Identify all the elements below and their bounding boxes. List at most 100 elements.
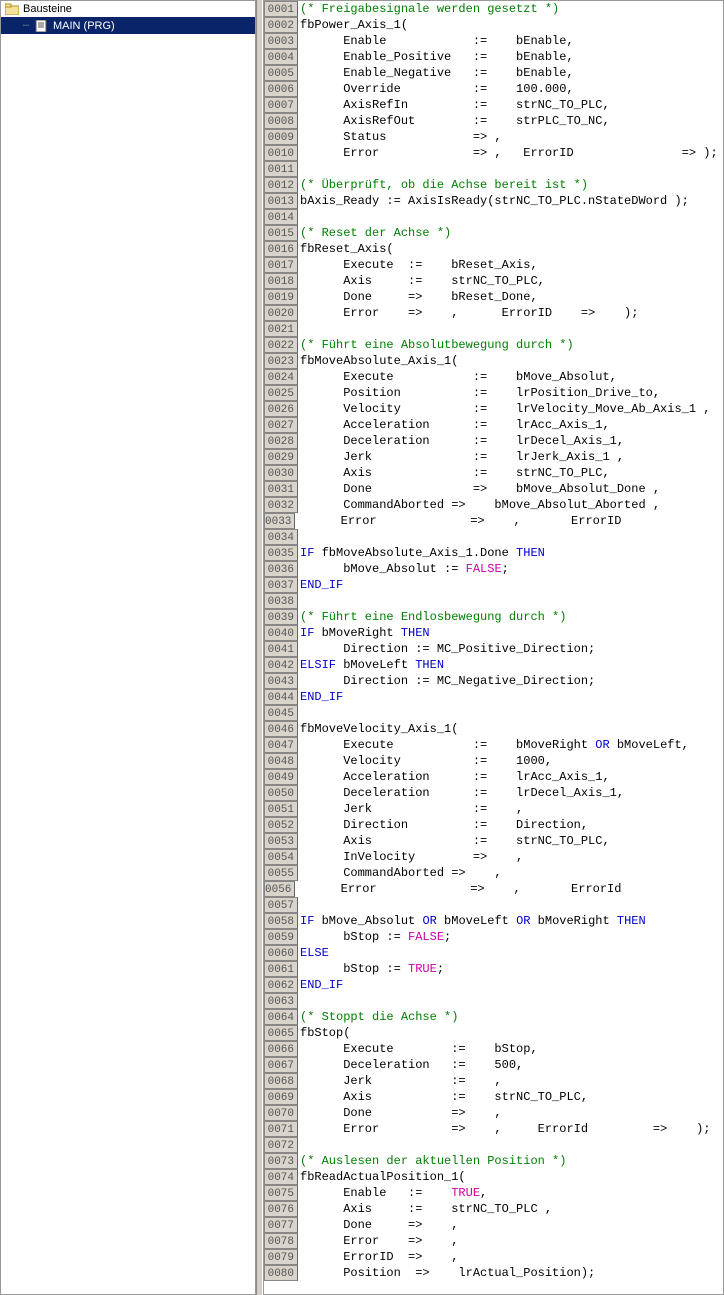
code-line[interactable]: 0062END_IF [264, 977, 723, 993]
code-line[interactable]: 0030 Axis := strNC_TO_PLC, [264, 465, 723, 481]
code-line[interactable]: 0050 Deceleration := lrDecel_Axis_1, [264, 785, 723, 801]
code-line[interactable]: 0044END_IF [264, 689, 723, 705]
code-line[interactable]: 0008 AxisRefOut := strPLC_TO_NC, [264, 113, 723, 129]
code-line[interactable]: 0053 Axis := strNC_TO_PLC, [264, 833, 723, 849]
code-text: Jerk := , [300, 801, 523, 817]
code-line[interactable]: 0013bAxis_Ready := AxisIsReady(strNC_TO_… [264, 193, 723, 209]
code-line[interactable]: 0005 Enable_Negative := bEnable, [264, 65, 723, 81]
code-line[interactable]: 0033 Error => , ErrorID => ); [264, 513, 723, 529]
code-editor[interactable]: 0001(* Freigabesignale werden gesetzt *)… [263, 0, 724, 1295]
code-line[interactable]: 0007 AxisRefIn := strNC_TO_PLC, [264, 97, 723, 113]
code-line[interactable]: 0025 Position := lrPosition_Drive_to, [264, 385, 723, 401]
code-line[interactable]: 0061 bStop := TRUE; [264, 961, 723, 977]
code-line[interactable]: 0027 Acceleration := lrAcc_Axis_1, [264, 417, 723, 433]
line-number: 0028 [264, 433, 298, 449]
code-line[interactable]: 0075 Enable := TRUE, [264, 1185, 723, 1201]
code-line[interactable]: 0048 Velocity := 1000, [264, 753, 723, 769]
code-line[interactable]: 0078 Error => , [264, 1233, 723, 1249]
code-line[interactable]: 0065fbStop( [264, 1025, 723, 1041]
line-number: 0052 [264, 817, 298, 833]
code-line[interactable]: 0036 bMove_Absolut := FALSE; [264, 561, 723, 577]
code-line[interactable]: 0059 bStop := FALSE; [264, 929, 723, 945]
panel-divider[interactable] [256, 0, 263, 1295]
code-line[interactable]: 0018 Axis := strNC_TO_PLC, [264, 273, 723, 289]
code-line[interactable]: 0060ELSE [264, 945, 723, 961]
code-text: (* Überprüft, ob die Achse bereit ist *) [300, 177, 588, 193]
code-line[interactable]: 0076 Axis := strNC_TO_PLC , [264, 1201, 723, 1217]
code-line[interactable]: 0052 Direction := Direction, [264, 817, 723, 833]
code-line[interactable]: 0026 Velocity := lrVelocity_Move_Ab_Axis… [264, 401, 723, 417]
code-line[interactable]: 0073(* Auslesen der aktuellen Position *… [264, 1153, 723, 1169]
code-line[interactable]: 0009 Status => , [264, 129, 723, 145]
tree-panel[interactable]: Bausteine ┄ MAIN (PRG) [0, 0, 256, 1295]
code-line[interactable]: 0031 Done => bMove_Absolut_Done , [264, 481, 723, 497]
code-line[interactable]: 0003 Enable := bEnable, [264, 33, 723, 49]
code-line[interactable]: 0034 [264, 529, 723, 545]
code-line[interactable]: 0056 Error => , ErrorId => ); [264, 881, 723, 897]
code-line[interactable]: 0077 Done => , [264, 1217, 723, 1233]
code-line[interactable]: 0010 Error => , ErrorID => ); [264, 145, 723, 161]
code-line[interactable]: 0024 Execute := bMove_Absolut, [264, 369, 723, 385]
code-line[interactable]: 0068 Jerk := , [264, 1073, 723, 1089]
code-line[interactable]: 0074fbReadActualPosition_1( [264, 1169, 723, 1185]
code-line[interactable]: 0072 [264, 1137, 723, 1153]
code-line[interactable]: 0012(* Überprüft, ob die Achse bereit is… [264, 177, 723, 193]
code-line[interactable]: 0011 [264, 161, 723, 177]
line-number: 0036 [264, 561, 298, 577]
code-line[interactable]: 0046fbMoveVelocity_Axis_1( [264, 721, 723, 737]
code-line[interactable]: 0070 Done => , [264, 1105, 723, 1121]
code-text: Axis := strNC_TO_PLC, [300, 1089, 588, 1105]
code-line[interactable]: 0064(* Stoppt die Achse *) [264, 1009, 723, 1025]
code-line[interactable]: 0004 Enable_Positive := bEnable, [264, 49, 723, 65]
code-line[interactable]: 0051 Jerk := , [264, 801, 723, 817]
tree-root-item[interactable]: Bausteine [1, 1, 255, 17]
code-line[interactable]: 0016fbReset_Axis( [264, 241, 723, 257]
code-line[interactable]: 0041 Direction := MC_Positive_Direction; [264, 641, 723, 657]
code-line[interactable]: 0001(* Freigabesignale werden gesetzt *) [264, 1, 723, 17]
code-line[interactable]: 0047 Execute := bMoveRight OR bMoveLeft, [264, 737, 723, 753]
code-text: fbStop( [300, 1025, 350, 1041]
code-line[interactable]: 0015(* Reset der Achse *) [264, 225, 723, 241]
line-number: 0004 [264, 49, 298, 65]
code-line[interactable]: 0071 Error => , ErrorId => ); [264, 1121, 723, 1137]
code-line[interactable]: 0057 [264, 897, 723, 913]
code-line[interactable]: 0055 CommandAborted => , [264, 865, 723, 881]
code-line[interactable]: 0049 Acceleration := lrAcc_Axis_1, [264, 769, 723, 785]
code-line[interactable]: 0054 InVelocity => , [264, 849, 723, 865]
code-text: fbMoveAbsolute_Axis_1( [300, 353, 458, 369]
code-line[interactable]: 0080 Position => lrActual_Position); [264, 1265, 723, 1281]
code-text: END_IF [300, 977, 343, 993]
code-line[interactable]: 0032 CommandAborted => bMove_Absolut_Abo… [264, 497, 723, 513]
code-line[interactable]: 0040IF bMoveRight THEN [264, 625, 723, 641]
tree-item-main[interactable]: ┄ MAIN (PRG) [1, 17, 255, 34]
code-line[interactable]: 0035IF fbMoveAbsolute_Axis_1.Done THEN [264, 545, 723, 561]
code-line[interactable]: 0021 [264, 321, 723, 337]
code-line[interactable]: 0038 [264, 593, 723, 609]
code-line[interactable]: 0022(* Führt eine Absolutbewegung durch … [264, 337, 723, 353]
code-line[interactable]: 0058IF bMove_Absolut OR bMoveLeft OR bMo… [264, 913, 723, 929]
code-line[interactable]: 0019 Done => bReset_Done, [264, 289, 723, 305]
code-line[interactable]: 0017 Execute := bReset_Axis, [264, 257, 723, 273]
code-line[interactable]: 0067 Deceleration := 500, [264, 1057, 723, 1073]
code-line[interactable]: 0002fbPower_Axis_1( [264, 17, 723, 33]
code-line[interactable]: 0063 [264, 993, 723, 1009]
tree-item-label: MAIN (PRG) [53, 20, 115, 32]
code-text: Override := 100.000, [300, 81, 574, 97]
code-line[interactable]: 0079 ErrorID => , [264, 1249, 723, 1265]
code-line[interactable]: 0037END_IF [264, 577, 723, 593]
code-line[interactable]: 0023fbMoveAbsolute_Axis_1( [264, 353, 723, 369]
code-line[interactable]: 0029 Jerk := lrJerk_Axis_1 , [264, 449, 723, 465]
code-line[interactable]: 0043 Direction := MC_Negative_Direction; [264, 673, 723, 689]
line-number: 0025 [264, 385, 298, 401]
code-line[interactable]: 0006 Override := 100.000, [264, 81, 723, 97]
line-number: 0012 [264, 177, 298, 193]
code-line[interactable]: 0045 [264, 705, 723, 721]
code-line[interactable]: 0066 Execute := bStop, [264, 1041, 723, 1057]
code-line[interactable]: 0042ELSIF bMoveLeft THEN [264, 657, 723, 673]
code-line[interactable]: 0014 [264, 209, 723, 225]
code-line[interactable]: 0028 Deceleration := lrDecel_Axis_1, [264, 433, 723, 449]
line-number: 0017 [264, 257, 298, 273]
code-line[interactable]: 0039(* Führt eine Endlosbewegung durch *… [264, 609, 723, 625]
code-line[interactable]: 0069 Axis := strNC_TO_PLC, [264, 1089, 723, 1105]
code-line[interactable]: 0020 Error => , ErrorID => ); [264, 305, 723, 321]
